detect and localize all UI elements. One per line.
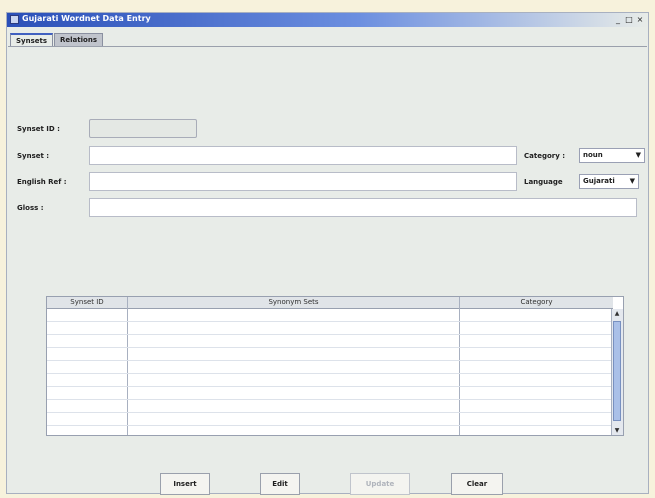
category-select[interactable]: noun ▼ bbox=[579, 148, 645, 163]
scroll-up-icon[interactable]: ▲ bbox=[612, 309, 622, 318]
scroll-down-icon[interactable]: ▼ bbox=[612, 426, 622, 435]
table-scrollbar[interactable]: ▲ ▼ bbox=[611, 309, 623, 435]
app-icon bbox=[10, 15, 19, 24]
synset-id-label: Synset ID : bbox=[17, 125, 60, 133]
table-row[interactable] bbox=[47, 347, 611, 348]
update-button[interactable]: Update bbox=[350, 473, 410, 495]
table-row[interactable] bbox=[47, 334, 611, 335]
title-bar[interactable]: Gujarati Wordnet Data Entry _ □ × bbox=[7, 13, 648, 27]
gloss-field[interactable] bbox=[89, 198, 637, 217]
synset-table[interactable]: Synset ID Synonym Sets Category ▲ ▼ bbox=[46, 296, 624, 436]
tab-divider bbox=[8, 46, 647, 47]
chevron-down-icon: ▼ bbox=[635, 151, 641, 159]
table-row[interactable] bbox=[47, 425, 611, 426]
table-header: Synset ID Synonym Sets Category bbox=[47, 297, 613, 309]
chevron-down-icon: ▼ bbox=[629, 177, 635, 185]
table-row[interactable] bbox=[47, 321, 611, 322]
language-label: Language bbox=[524, 178, 563, 186]
app-window: Gujarati Wordnet Data Entry _ □ × Synset… bbox=[6, 12, 649, 495]
column-divider bbox=[127, 297, 128, 435]
table-row[interactable] bbox=[47, 386, 611, 387]
scrollbar-thumb[interactable] bbox=[613, 321, 621, 421]
synset-id-field bbox=[89, 119, 197, 138]
tab-relations[interactable]: Relations bbox=[54, 33, 103, 46]
table-row[interactable] bbox=[47, 399, 611, 400]
synset-label: Synset : bbox=[17, 152, 50, 160]
category-value: noun bbox=[583, 151, 603, 159]
close-icon[interactable]: × bbox=[635, 14, 645, 25]
insert-button[interactable]: Insert bbox=[160, 473, 210, 495]
synset-field[interactable] bbox=[89, 146, 517, 165]
column-header-category[interactable]: Category bbox=[460, 297, 613, 308]
table-row[interactable] bbox=[47, 360, 611, 361]
tab-synsets[interactable]: Synsets bbox=[10, 33, 54, 47]
column-divider bbox=[459, 297, 460, 435]
maximize-icon[interactable]: □ bbox=[624, 14, 634, 25]
language-select[interactable]: Gujarati ▼ bbox=[579, 174, 639, 189]
edit-button[interactable]: Edit bbox=[260, 473, 300, 495]
window-controls: _ □ × bbox=[613, 14, 645, 25]
clear-button[interactable]: Clear bbox=[451, 473, 503, 495]
english-ref-label: English Ref : bbox=[17, 178, 67, 186]
category-label: Category : bbox=[524, 152, 566, 160]
english-ref-field[interactable] bbox=[89, 172, 517, 191]
window-title: Gujarati Wordnet Data Entry bbox=[22, 14, 151, 23]
tab-bar: Synsets Relations bbox=[10, 33, 104, 47]
minimize-icon[interactable]: _ bbox=[613, 14, 623, 25]
table-row[interactable] bbox=[47, 373, 611, 374]
gloss-label: Gloss : bbox=[17, 204, 44, 212]
column-header-synonym-sets[interactable]: Synonym Sets bbox=[128, 297, 459, 308]
column-header-synset-id[interactable]: Synset ID bbox=[47, 297, 127, 308]
table-row[interactable] bbox=[47, 412, 611, 413]
language-value: Gujarati bbox=[583, 177, 615, 185]
